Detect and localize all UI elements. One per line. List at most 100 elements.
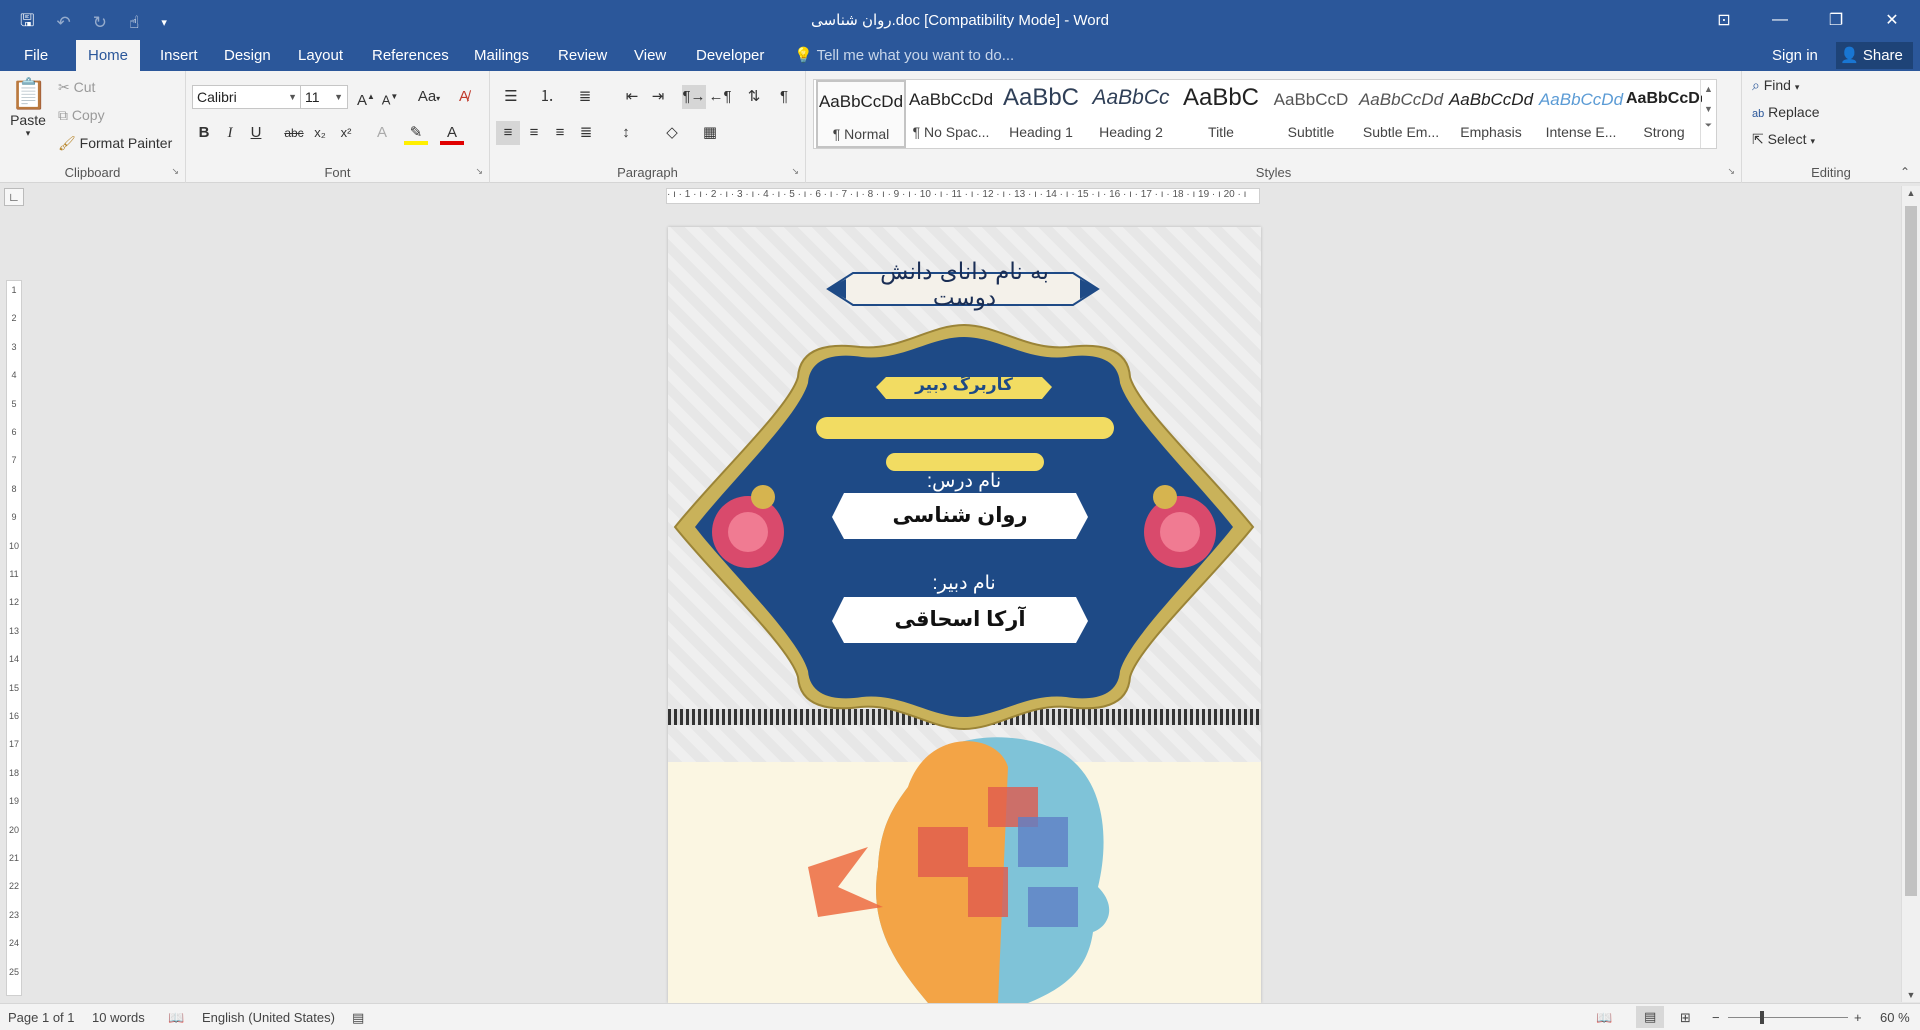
horizontal-ruler[interactable]: · ı · 1 · ı · 2 · ı · 3 · ı · 4 · ı · 5 … [666, 188, 1260, 204]
multilevel-list-icon[interactable]: ≣ [570, 85, 600, 109]
style-subtle-emphasis[interactable]: AaBbCcDd Subtle Em... [1356, 80, 1446, 148]
page-count[interactable]: Page 1 of 1 [8, 1010, 75, 1025]
document-page[interactable]: به نام دانای دانش دوست کاربرگ دبیر نام د… [668, 227, 1261, 1003]
font-color-icon[interactable]: A [440, 121, 464, 145]
font-name-combo[interactable]: Calibri ▼ [192, 85, 302, 109]
highlight-icon[interactable]: ✎ [404, 121, 428, 145]
scroll-up-icon[interactable]: ▲ [1902, 188, 1920, 198]
print-layout-icon[interactable]: ▤ [1636, 1006, 1665, 1028]
subscript-icon[interactable]: x₂ [308, 121, 332, 145]
font-size-combo[interactable]: 11 ▼ [300, 85, 348, 109]
scroll-down-icon[interactable]: ▼ [1902, 990, 1920, 1000]
dialog-launcher-icon[interactable]: ↘ [475, 166, 483, 177]
style-title[interactable]: AaBbC Title [1176, 80, 1266, 148]
align-right-icon[interactable]: ≡ [548, 121, 572, 145]
tab-selector[interactable]: ∟ [4, 188, 24, 206]
vertical-ruler[interactable]: 1 2 3 4 5 6 7 8 9 10 11 12 13 14 15 16 17 18 19 20 21 22 23 24 2… [6, 280, 22, 996]
zoom-out-icon[interactable]: − [1712, 1010, 1720, 1025]
style-name: Subtle Em... [1362, 124, 1440, 140]
justify-icon[interactable]: ≣ [574, 121, 598, 145]
share-button[interactable]: 👤 Share [1836, 42, 1913, 69]
read-mode-icon[interactable]: 📖 [1596, 1010, 1612, 1026]
paste-button[interactable]: 📋 Paste ▾ [10, 77, 47, 139]
copy-button[interactable]: ⧉ Copy [58, 107, 105, 124]
tab-insert[interactable]: Insert [148, 40, 210, 71]
macro-icon[interactable]: ▤ [352, 1010, 364, 1026]
shading-icon[interactable]: ◇ [660, 121, 684, 145]
tab-layout[interactable]: Layout [286, 40, 355, 71]
style-strong[interactable]: AaBbCcDc Strong [1626, 80, 1702, 148]
tell-me-box[interactable]: 💡 Tell me what you want to do... [794, 40, 1014, 71]
tab-developer[interactable]: Developer [684, 40, 776, 71]
web-layout-icon[interactable]: ⊞ [1680, 1010, 1691, 1026]
strikethrough-icon[interactable]: abc [282, 121, 306, 145]
align-left-icon[interactable]: ≡ [496, 121, 520, 145]
magnifier-icon: ⌕ [1752, 77, 1760, 93]
tab-design[interactable]: Design [212, 40, 283, 71]
close-icon[interactable]: ✕ [1864, 0, 1920, 40]
clear-formatting-icon[interactable]: A̸ [452, 85, 476, 109]
grow-font-icon[interactable]: A▲ [354, 85, 378, 109]
word-count[interactable]: 10 words [92, 1010, 145, 1025]
select-button[interactable]: ⇱ Select ▾ [1752, 131, 1815, 148]
line-spacing-icon[interactable]: ↕ [614, 121, 638, 145]
style-normal[interactable]: AaBbCcDd ¶ Normal [816, 80, 906, 148]
tab-mailings[interactable]: Mailings [462, 40, 541, 71]
ruler-tick-label: 10 [8, 540, 19, 551]
chevron-down-icon[interactable]: ▼ [1701, 104, 1716, 114]
proofing-icon[interactable]: 📖 [168, 1010, 184, 1026]
style-heading-1[interactable]: AaBbC Heading 1 [996, 80, 1086, 148]
tab-view[interactable]: View [622, 40, 678, 71]
format-painter-button[interactable]: 🖌 Format Painter [58, 135, 172, 152]
chevron-up-icon[interactable]: ▲ [1701, 84, 1716, 94]
dialog-launcher-icon[interactable]: ↘ [791, 166, 799, 177]
bullets-icon[interactable]: ☰ [496, 85, 526, 109]
italic-icon[interactable]: I [218, 121, 242, 145]
style-subtitle[interactable]: AaBbCcD Subtitle [1266, 80, 1356, 148]
sort-icon[interactable]: ⇅ [742, 85, 766, 109]
decrease-indent-icon[interactable]: ⇤ [620, 85, 644, 109]
scroll-thumb[interactable] [1905, 206, 1917, 896]
collapse-ribbon-icon[interactable]: ⌃ [1900, 165, 1910, 179]
shrink-font-icon[interactable]: A▼ [378, 85, 402, 109]
zoom-in-icon[interactable]: + [1854, 1010, 1862, 1025]
style-intense-emphasis[interactable]: AaBbCcDd Intense E... [1536, 80, 1626, 148]
minimize-icon[interactable]: — [1752, 0, 1808, 40]
numbering-icon[interactable]: ⒈ [532, 85, 562, 109]
replace-button[interactable]: ab Replace [1752, 104, 1820, 120]
change-case-button[interactable]: Aa▾ [414, 85, 444, 109]
yellow-bar-long [816, 417, 1114, 439]
align-center-icon[interactable]: ≡ [522, 121, 546, 145]
style-emphasis[interactable]: AaBbCcDd Emphasis [1446, 80, 1536, 148]
superscript-icon[interactable]: x² [334, 121, 358, 145]
zoom-slider[interactable] [1728, 1017, 1848, 1018]
ltr-icon[interactable]: ¶→ [682, 85, 706, 109]
show-marks-icon[interactable]: ¶ [772, 85, 796, 109]
tab-references[interactable]: References [360, 40, 461, 71]
tab-home[interactable]: Home [76, 40, 141, 71]
style-heading-2[interactable]: AaBbCc Heading 2 [1086, 80, 1176, 148]
rtl-icon[interactable]: ←¶ [708, 85, 732, 109]
vertical-scrollbar[interactable]: ▲ ▼ [1901, 186, 1920, 1002]
sign-in-link[interactable]: Sign in [1772, 40, 1818, 71]
dialog-launcher-icon[interactable]: ↘ [171, 166, 179, 177]
dialog-launcher-icon[interactable]: ↘ [1727, 166, 1735, 177]
more-icon[interactable]: ⏷ [1701, 120, 1716, 131]
cut-button[interactable]: ✂ Cut [58, 79, 95, 96]
language[interactable]: English (United States) [202, 1010, 335, 1025]
tell-me-placeholder: Tell me what you want to do... [816, 47, 1015, 64]
styles-scroll[interactable]: ▲ ▼ ⏷ [1700, 80, 1716, 148]
ribbon-display-icon[interactable]: ⊡ [1696, 0, 1752, 40]
restore-icon[interactable]: ❐ [1808, 0, 1864, 40]
tab-file[interactable]: File [12, 40, 60, 71]
zoom-slider-thumb[interactable] [1760, 1011, 1764, 1024]
zoom-level[interactable]: 60 % [1880, 1010, 1910, 1025]
increase-indent-icon[interactable]: ⇥ [646, 85, 670, 109]
text-effects-icon[interactable]: A [370, 121, 394, 145]
style-no-spacing[interactable]: AaBbCcDd ¶ No Spac... [906, 80, 996, 148]
bold-icon[interactable]: B [192, 121, 216, 145]
tab-review[interactable]: Review [546, 40, 619, 71]
borders-icon[interactable]: ▦ [698, 121, 722, 145]
find-button[interactable]: ⌕ Find ▾ [1752, 77, 1799, 94]
underline-icon[interactable]: U [244, 121, 268, 145]
